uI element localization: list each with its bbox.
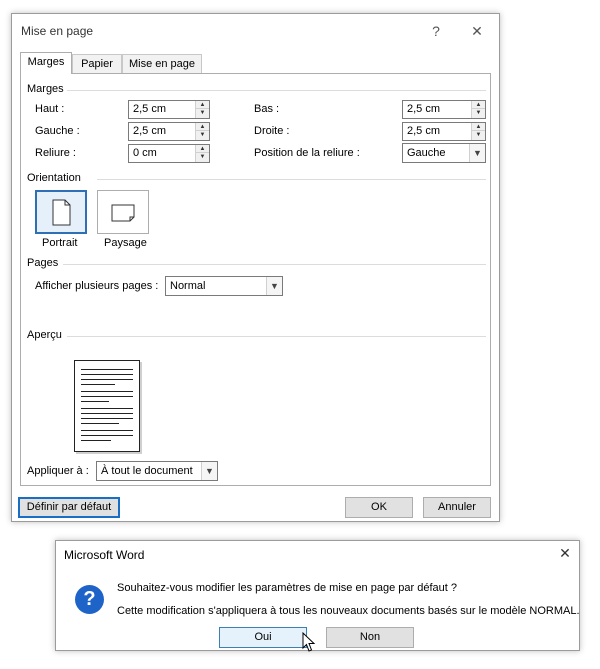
preview-text-line <box>81 435 133 436</box>
bottom-margin-value: 2,5 cm <box>407 103 441 115</box>
tab-mise-en-page[interactable]: Mise en page <box>122 54 202 74</box>
spin-up-icon[interactable]: ▲ <box>196 101 209 109</box>
dialog-title: Mise en page <box>21 24 94 38</box>
message-detail: Cette modification s'appliquera à tous l… <box>117 605 580 617</box>
gutter-value: 0 cm <box>133 147 157 159</box>
ok-button[interactable]: OK <box>345 497 413 518</box>
spin-down-icon[interactable]: ▼ <box>472 109 485 117</box>
cancel-button[interactable]: Annuler <box>423 497 491 518</box>
spin-up-icon[interactable]: ▲ <box>472 123 485 131</box>
top-margin-label: Haut : <box>35 103 65 115</box>
right-margin-spinner[interactable]: 2,5 cm ▲ ▼ <box>402 122 486 141</box>
portrait-page-icon <box>52 199 71 226</box>
gutter-position-label: Position de la reliure : <box>254 147 360 159</box>
bottom-margin-label: Bas : <box>254 103 280 115</box>
spinner-arrows[interactable]: ▲ ▼ <box>195 145 209 162</box>
preview-text-line <box>81 413 133 414</box>
tab-papier[interactable]: Papier <box>72 54 122 74</box>
left-margin-spinner[interactable]: 2,5 cm ▲ ▼ <box>128 122 210 141</box>
right-margin-label: Droite : <box>254 125 290 137</box>
margins-group-title: Marges <box>27 83 64 95</box>
spin-up-icon[interactable]: ▲ <box>196 123 209 131</box>
preview-text-line <box>81 440 111 441</box>
message-box-title: Microsoft Word <box>64 548 145 562</box>
gutter-spinner[interactable]: 0 cm ▲ ▼ <box>128 144 210 163</box>
chevron-down-icon[interactable]: ▼ <box>266 277 282 295</box>
preview-text-line <box>81 430 133 431</box>
button-label: Annuler <box>438 501 476 513</box>
group-divider <box>67 90 486 91</box>
orientation-group-title: Orientation <box>27 172 81 184</box>
multiple-pages-value: Normal <box>170 280 206 292</box>
help-button[interactable]: ? <box>429 22 443 40</box>
spin-down-icon[interactable]: ▼ <box>472 131 485 139</box>
pages-group-title: Pages <box>27 257 59 269</box>
tab-label: Marges <box>27 56 65 68</box>
landscape-label: Paysage <box>104 237 147 249</box>
spin-down-icon[interactable]: ▼ <box>196 131 209 139</box>
button-label: Oui <box>254 631 272 643</box>
no-button[interactable]: Non <box>326 627 414 648</box>
question-icon: ? <box>75 585 104 614</box>
preview-group-title: Aperçu <box>27 329 62 341</box>
spinner-arrows[interactable]: ▲ ▼ <box>195 123 209 140</box>
spin-up-icon[interactable]: ▲ <box>472 101 485 109</box>
preview-text-line <box>81 384 115 385</box>
multiple-pages-select[interactable]: Normal ▼ <box>165 276 283 296</box>
gutter-label: Reliure : <box>35 147 76 159</box>
preview-text-line <box>81 374 133 375</box>
group-divider <box>67 336 486 337</box>
spin-down-icon[interactable]: ▼ <box>196 153 209 161</box>
group-divider <box>97 179 486 180</box>
spin-down-icon[interactable]: ▼ <box>196 109 209 117</box>
mouse-cursor-icon <box>302 632 316 652</box>
right-margin-value: 2,5 cm <box>407 125 441 137</box>
top-margin-value: 2,5 cm <box>133 103 167 115</box>
tab-marges[interactable]: Marges <box>20 52 72 74</box>
apply-to-value: À tout le document <box>101 465 193 477</box>
left-margin-value: 2,5 cm <box>133 125 167 137</box>
preview-page <box>74 360 140 452</box>
spinner-arrows[interactable]: ▲ ▼ <box>471 101 485 118</box>
preview-text-line <box>81 379 133 380</box>
top-margin-spinner[interactable]: 2,5 cm ▲ ▼ <box>128 100 210 119</box>
close-icon[interactable]: ✕ <box>558 544 572 562</box>
preview-text-line <box>81 369 133 370</box>
button-label: Non <box>359 631 381 643</box>
confirm-message-box: Microsoft Word ✕ ? Souhaitez-vous modifi… <box>55 540 580 652</box>
set-as-default-button[interactable]: Définir par défaut <box>18 497 120 518</box>
spinner-arrows[interactable]: ▲ ▼ <box>195 101 209 118</box>
landscape-page-icon <box>111 204 135 222</box>
chevron-down-icon[interactable]: ▼ <box>201 462 217 480</box>
tab-label: Papier <box>81 58 113 70</box>
landscape-option[interactable] <box>97 190 149 234</box>
yes-button[interactable]: Oui <box>219 627 307 648</box>
preview-text-line <box>81 423 119 424</box>
portrait-option[interactable] <box>35 190 87 234</box>
preview-text-line <box>81 391 133 392</box>
gutter-position-select[interactable]: Gauche ▼ <box>402 143 486 163</box>
bottom-margin-spinner[interactable]: 2,5 cm ▲ ▼ <box>402 100 486 119</box>
close-icon[interactable]: ✕ <box>470 22 484 40</box>
button-label: OK <box>371 501 387 513</box>
button-label: Définir par défaut <box>26 501 112 513</box>
message-question: Souhaitez-vous modifier les paramètres d… <box>117 582 457 594</box>
apply-to-select[interactable]: À tout le document ▼ <box>96 461 218 481</box>
gutter-position-value: Gauche <box>407 147 446 159</box>
portrait-label: Portrait <box>42 237 78 249</box>
page-setup-dialog: Mise en page ? ✕ Marges Papier Mise en p… <box>11 13 500 522</box>
left-margin-label: Gauche : <box>35 125 80 137</box>
spin-up-icon[interactable]: ▲ <box>196 145 209 153</box>
multiple-pages-label: Afficher plusieurs pages : <box>35 280 159 292</box>
preview-text-line <box>81 396 133 397</box>
group-divider <box>63 264 486 265</box>
chevron-down-icon[interactable]: ▼ <box>469 144 485 162</box>
apply-to-label: Appliquer à : <box>27 465 89 477</box>
preview-text-line <box>81 408 133 409</box>
preview-text-line <box>81 418 133 419</box>
preview-text-line <box>81 401 109 402</box>
spinner-arrows[interactable]: ▲ ▼ <box>471 123 485 140</box>
tab-label: Mise en page <box>128 58 196 70</box>
